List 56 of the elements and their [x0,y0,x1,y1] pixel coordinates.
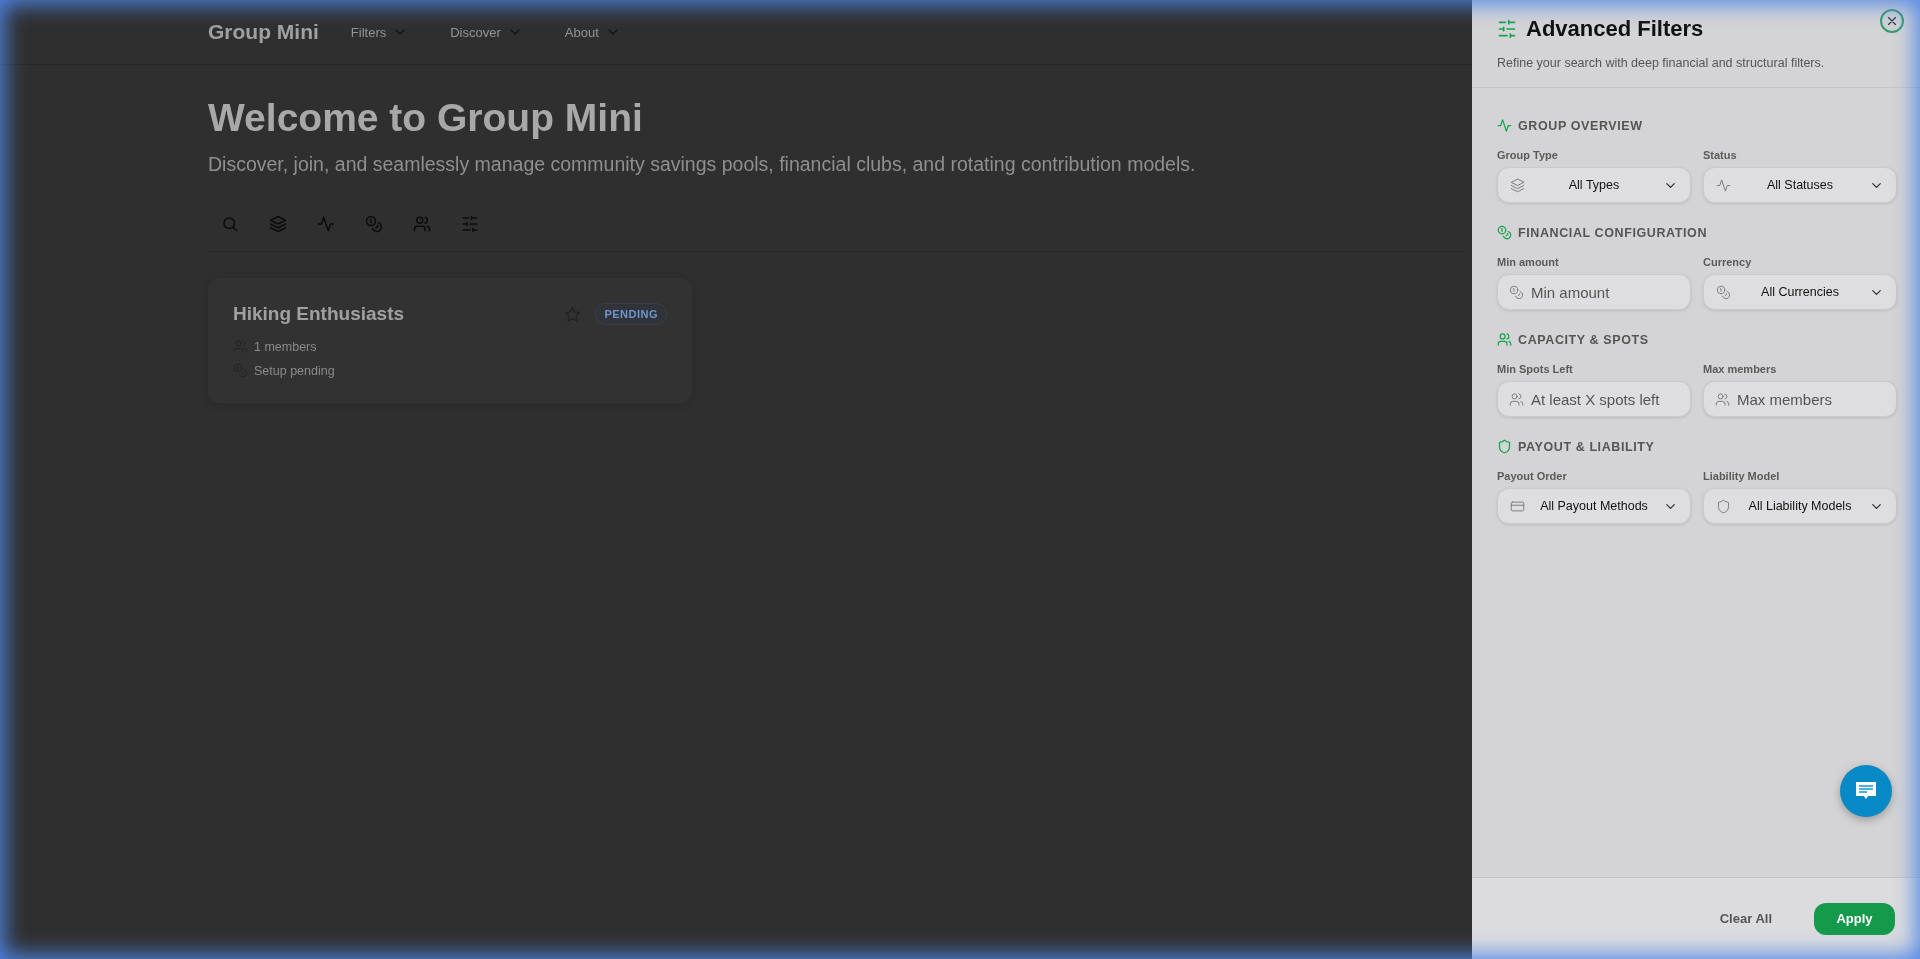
field-label: Group Type [1497,149,1559,161]
sliders-icon [461,214,479,233]
users-icon [1715,392,1730,407]
select-field[interactable]: All Liability Models [1703,488,1897,524]
users-icon [1509,392,1524,407]
sliders-icon [1497,19,1517,39]
field-label: Payout Order [1497,470,1568,482]
field-label: Liability Model [1703,470,1781,482]
section-heading: CAPACITY & SPOTS [1518,332,1649,347]
page-title: Welcome to Group Mini [208,95,644,141]
nav-menu[interactable]: Discover [450,24,537,40]
clear-all-button[interactable]: Clear All [1713,910,1778,927]
group-title: Hiking Enthusiasts [233,303,406,325]
field-label: Currency [1703,256,1753,268]
users-icon [1497,332,1512,347]
field-label: Max members [1703,363,1778,375]
shield-icon [1497,439,1512,454]
group-card[interactable]: Hiking Enthusiasts PENDING 1 members Setup pending [208,278,692,403]
app-logo[interactable]: Group Mini [208,20,319,44]
search-icon [221,214,239,233]
field-label: Status [1703,149,1738,161]
setup-status: Setup pending [254,363,335,378]
pulse-icon [1716,177,1731,193]
nav-menu[interactable]: About [564,24,635,40]
input-field[interactable]: Min amount [1497,274,1691,310]
coins-icon [1716,284,1731,300]
input-field[interactable]: At least X spots left [1497,381,1691,417]
coins-icon [365,214,383,233]
section-heading: FINANCIAL CONFIGURATION [1518,225,1708,240]
pulse-icon [317,214,335,233]
layers-icon [1510,177,1525,193]
nav-menu[interactable]: Filters [350,24,423,40]
status-badge: PENDING [595,303,667,325]
users-icon [413,214,431,233]
coins-icon [1509,285,1524,300]
layers-icon [269,214,287,233]
credit-card-icon [1510,498,1525,514]
section-heading: PAYOUT & LIABILITY [1518,439,1655,454]
close-button[interactable] [1880,9,1904,33]
coins-icon [1497,225,1512,240]
drawer-title: Advanced Filters [1526,16,1705,42]
member-count: 1 members [254,339,317,354]
field-label: Min Spots Left [1497,363,1574,375]
select-field[interactable]: All Statuses [1703,167,1897,203]
select-field[interactable]: All Types [1497,167,1691,203]
select-field[interactable]: All Payout Methods [1497,488,1691,524]
field-label: Min amount [1497,256,1560,268]
shield-icon [1716,498,1731,514]
pulse-icon [1497,118,1512,133]
close-icon [1885,14,1899,28]
apply-button[interactable]: Apply [1814,902,1895,935]
page-subtitle: Discover, join, and seamlessly manage community savings pools, financial clubs, and rotating contribution models. [208,153,1197,176]
drawer-subtitle: Refine your search with deep financial and structural filters. [1497,56,1826,70]
select-field[interactable]: All Currencies [1703,274,1897,310]
section-heading: GROUP OVERVIEW [1518,118,1643,133]
input-field[interactable]: Max members [1703,381,1897,417]
